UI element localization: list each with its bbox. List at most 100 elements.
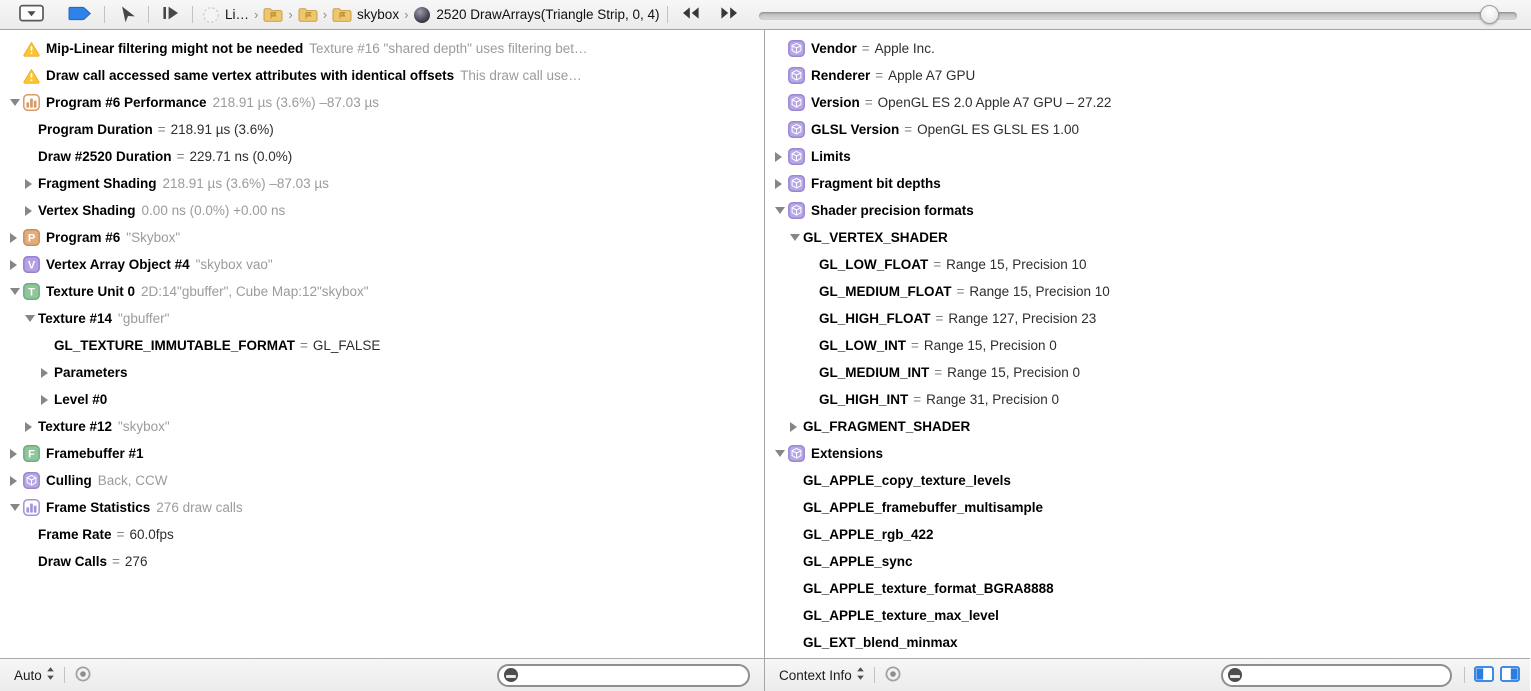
disclosure-triangle[interactable] (10, 449, 23, 459)
tree-row[interactable]: GL_EXT_blend_minmax (765, 629, 1530, 656)
tree-row[interactable]: GL_APPLE_framebuffer_multisample (765, 494, 1530, 521)
tree-row[interactable]: VVertex Array Object #4"skybox vao" (0, 251, 764, 278)
disclosure-triangle[interactable] (25, 206, 38, 216)
tree-row[interactable]: CullingBack, CCW (0, 467, 764, 494)
tree-row[interactable]: GL_LOW_FLOAT=Range 15, Precision 10 (765, 251, 1530, 278)
tree-row[interactable]: GL_APPLE_texture_max_level (765, 602, 1530, 629)
breadcrumb-item[interactable]: Li… (202, 6, 249, 24)
show-left-pane-button[interactable] (1474, 666, 1494, 685)
disclosure-triangle[interactable] (25, 422, 38, 432)
tree-row[interactable]: Fragment bit depths (765, 170, 1530, 197)
tree-row[interactable]: Version=OpenGL ES 2.0 Apple A7 GPU – 27.… (765, 89, 1530, 116)
tree-row[interactable]: Extensions (765, 440, 1530, 467)
breadcrumb-item[interactable] (263, 7, 283, 23)
breadcrumb-separator: › (404, 7, 408, 22)
thumbnail-strip-toggle-button[interactable] (14, 3, 49, 27)
equals-sign: = (933, 257, 941, 272)
row-detail: 2D:14"gbuffer", Cube Map:12"skybox" (141, 284, 369, 299)
tree-row[interactable]: GL_MEDIUM_FLOAT=Range 15, Precision 10 (765, 278, 1530, 305)
disclosure-triangle[interactable] (10, 288, 23, 295)
disclosure-triangle[interactable] (10, 504, 23, 511)
tree-row[interactable]: Shader precision formats (765, 197, 1530, 224)
row-detail: Back, CCW (98, 473, 168, 488)
footer-divider (64, 667, 65, 683)
tree-row[interactable]: Draw #2520 Duration=229.71 ns (0.0%) (0, 143, 764, 170)
context-info-popup[interactable]: Context Info (779, 666, 865, 684)
disclosure-triangle[interactable] (775, 179, 788, 189)
tree-row[interactable]: GL_HIGH_FLOAT=Range 127, Precision 23 (765, 305, 1530, 332)
eye-icon[interactable] (884, 665, 902, 686)
tree-row[interactable]: GL_FRAGMENT_SHADER (765, 413, 1530, 440)
frame-scrubber-slider[interactable] (759, 4, 1519, 26)
eye-icon[interactable] (74, 665, 92, 686)
disclosure-triangle[interactable] (10, 260, 23, 270)
tree-row[interactable]: GL_LOW_INT=Range 15, Precision 0 (765, 332, 1530, 359)
breadcrumb-item[interactable] (298, 7, 318, 23)
tree-row[interactable]: GL_APPLE_rgb_422 (765, 521, 1530, 548)
filter-input[interactable] (1247, 668, 1442, 682)
state-outline-rows: Mip-Linear filtering might not be needed… (0, 30, 764, 658)
disclosure-triangle[interactable] (775, 207, 788, 214)
disclosure-triangle[interactable] (10, 233, 23, 243)
breadcrumb-item[interactable]: skybox (332, 7, 399, 23)
tree-row[interactable]: GL_APPLE_sync (765, 548, 1530, 575)
cube-icon (788, 94, 805, 111)
tree-row[interactable]: Texture #14"gbuffer" (0, 305, 764, 332)
flag-button[interactable] (63, 3, 97, 27)
tree-row[interactable]: Frame Statistics276 draw calls (0, 494, 764, 521)
location-arrow-icon (117, 4, 136, 26)
tree-row[interactable]: Mip-Linear filtering might not be needed… (0, 35, 764, 62)
tree-row[interactable]: Frame Rate=60.0fps (0, 521, 764, 548)
tree-row[interactable]: Draw call accessed same vertex attribute… (0, 62, 764, 89)
row-label: Draw #2520 Duration (38, 149, 172, 164)
tree-row[interactable]: Level #0 (0, 386, 764, 413)
state-outline-panel: Mip-Linear filtering might not be needed… (0, 30, 765, 691)
tree-row[interactable]: Vertex Shading0.00 ns (0.0%) +0.00 ns (0, 197, 764, 224)
disclosure-triangle[interactable] (41, 368, 54, 378)
tree-row[interactable]: GL_APPLE_texture_format_BGRA8888 (765, 575, 1530, 602)
tree-row[interactable]: GL_MEDIUM_INT=Range 15, Precision 0 (765, 359, 1530, 386)
disclosure-triangle[interactable] (41, 395, 54, 405)
disclosure-triangle[interactable] (790, 234, 803, 241)
disclosure-triangle[interactable] (25, 315, 38, 322)
row-label: Texture Unit 0 (46, 284, 135, 299)
row-label: Fragment bit depths (811, 176, 941, 191)
row-label: Texture #12 (38, 419, 112, 434)
navigate-to-current-frame-button[interactable] (112, 3, 141, 27)
tree-row[interactable]: GLSL Version=OpenGL ES GLSL ES 1.00 (765, 116, 1530, 143)
tree-row[interactable]: TTexture Unit 02D:14"gbuffer", Cube Map:… (0, 278, 764, 305)
disclosure-triangle[interactable] (10, 99, 23, 106)
tree-row[interactable]: GL_APPLE_copy_texture_levels (765, 467, 1530, 494)
tree-row[interactable]: Texture #12"skybox" (0, 413, 764, 440)
slider-knob[interactable] (1480, 5, 1499, 24)
tree-row[interactable]: Renderer=Apple A7 GPU (765, 62, 1530, 89)
filter-input[interactable] (523, 668, 740, 682)
filter-scope-icon[interactable] (1228, 668, 1242, 682)
tree-row[interactable]: Draw Calls=276 (0, 548, 764, 575)
show-right-pane-button[interactable] (1500, 666, 1520, 685)
disclosure-triangle[interactable] (775, 152, 788, 162)
tree-row[interactable]: Program #6 Performance218.91 µs (3.6%) –… (0, 89, 764, 116)
tree-row[interactable]: GL_VERTEX_SHADER (765, 224, 1530, 251)
tree-row[interactable]: GL_TEXTURE_IMMUTABLE_FORMAT=GL_FALSE (0, 332, 764, 359)
tree-row[interactable]: Program Duration=218.91 µs (3.6%) (0, 116, 764, 143)
cube-icon (788, 121, 805, 138)
jump-forward-button[interactable] (714, 3, 745, 27)
tree-row[interactable]: Limits (765, 143, 1530, 170)
tree-row[interactable]: FFramebuffer #1 (0, 440, 764, 467)
view-mode-popup[interactable]: Auto (14, 666, 55, 684)
tree-row[interactable]: Vendor=Apple Inc. (765, 35, 1530, 62)
tree-row[interactable]: GL_HIGH_INT=Range 31, Precision 0 (765, 386, 1530, 413)
disclosure-triangle[interactable] (775, 450, 788, 457)
row-label: Renderer (811, 68, 870, 83)
tree-row[interactable]: PProgram #6"Skybox" (0, 224, 764, 251)
breadcrumb-item[interactable]: 2520 DrawArrays(Triangle Strip, 0, 4) (413, 6, 659, 24)
tree-row[interactable]: Fragment Shading218.91 µs (3.6%) –87.03 … (0, 170, 764, 197)
jump-back-button[interactable] (675, 3, 706, 27)
disclosure-triangle[interactable] (25, 179, 38, 189)
filter-scope-icon[interactable] (504, 668, 518, 682)
tree-row[interactable]: Parameters (0, 359, 764, 386)
step-forward-button[interactable] (156, 3, 185, 27)
disclosure-triangle[interactable] (10, 476, 23, 486)
disclosure-triangle[interactable] (790, 422, 803, 432)
